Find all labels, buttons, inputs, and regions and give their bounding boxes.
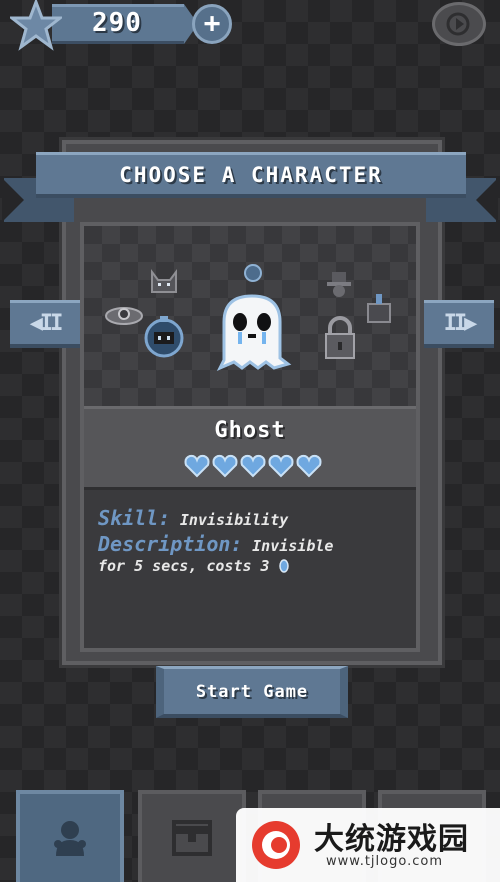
- heart-icon: [184, 454, 210, 478]
- watermark: 大统游戏园 www.tjlogo.com: [236, 808, 500, 882]
- chest-icon: [172, 820, 212, 856]
- character-option-cat[interactable]: [148, 268, 180, 298]
- character-option-locked[interactable]: [320, 316, 360, 362]
- character-option-robot[interactable]: [104, 300, 144, 332]
- description-label: Description:: [98, 532, 243, 556]
- characters-tab[interactable]: [16, 790, 124, 882]
- heart-icon: [240, 454, 266, 478]
- start-game-button[interactable]: Start Game: [156, 666, 348, 718]
- skill-value: Invisibility: [179, 511, 289, 529]
- gem-icon: [279, 559, 289, 573]
- watermark-logo: [252, 821, 300, 869]
- description-line: Description: Invisible: [98, 532, 333, 556]
- heart-icon: [212, 454, 238, 478]
- character-name: Ghost: [214, 418, 286, 443]
- panel-title: CHOOSE A CHARACTER: [119, 162, 383, 187]
- coin-count: 290: [92, 8, 142, 38]
- heart-icon: [296, 454, 322, 478]
- character-silhouette-icon: [54, 821, 86, 856]
- star-icon: [10, 0, 62, 51]
- watermark-text: 大统游戏园: [314, 822, 469, 857]
- arrow-left-icon: ◀II: [29, 311, 64, 336]
- character-option-small[interactable]: [242, 262, 264, 284]
- game-screen: 290 + CHOOSE A CHARACTER ◀II II▶ Ghost S…: [0, 0, 500, 882]
- description-value-2: for 5 secs, costs 3: [98, 557, 270, 575]
- character-option-cannon[interactable]: [362, 292, 396, 328]
- exit-icon: [446, 12, 470, 36]
- watermark-url: www.tjlogo.com: [326, 854, 443, 869]
- arrow-right-icon: II▶: [443, 311, 478, 336]
- character-option-knight[interactable]: [140, 314, 188, 360]
- title-ribbon: CHOOSE A CHARACTER: [36, 152, 466, 198]
- ghost-character-icon: [216, 294, 292, 371]
- shop-tab[interactable]: [138, 790, 246, 882]
- exit-button[interactable]: [432, 2, 486, 46]
- add-coins-button[interactable]: +: [192, 4, 232, 44]
- skill-line: Skill: Invisibility: [98, 506, 288, 530]
- previous-character-button[interactable]: ◀II: [10, 300, 80, 348]
- description-line-2: for 5 secs, costs 3: [98, 556, 289, 575]
- character-option-hat[interactable]: [324, 270, 354, 298]
- plus-icon: +: [203, 6, 221, 39]
- description-value: Invisible: [252, 537, 334, 555]
- health-hearts: [184, 454, 324, 480]
- start-game-label: Start Game: [195, 681, 309, 702]
- heart-icon: [268, 454, 294, 478]
- skill-label: Skill:: [98, 506, 171, 530]
- next-character-button[interactable]: II▶: [424, 300, 494, 348]
